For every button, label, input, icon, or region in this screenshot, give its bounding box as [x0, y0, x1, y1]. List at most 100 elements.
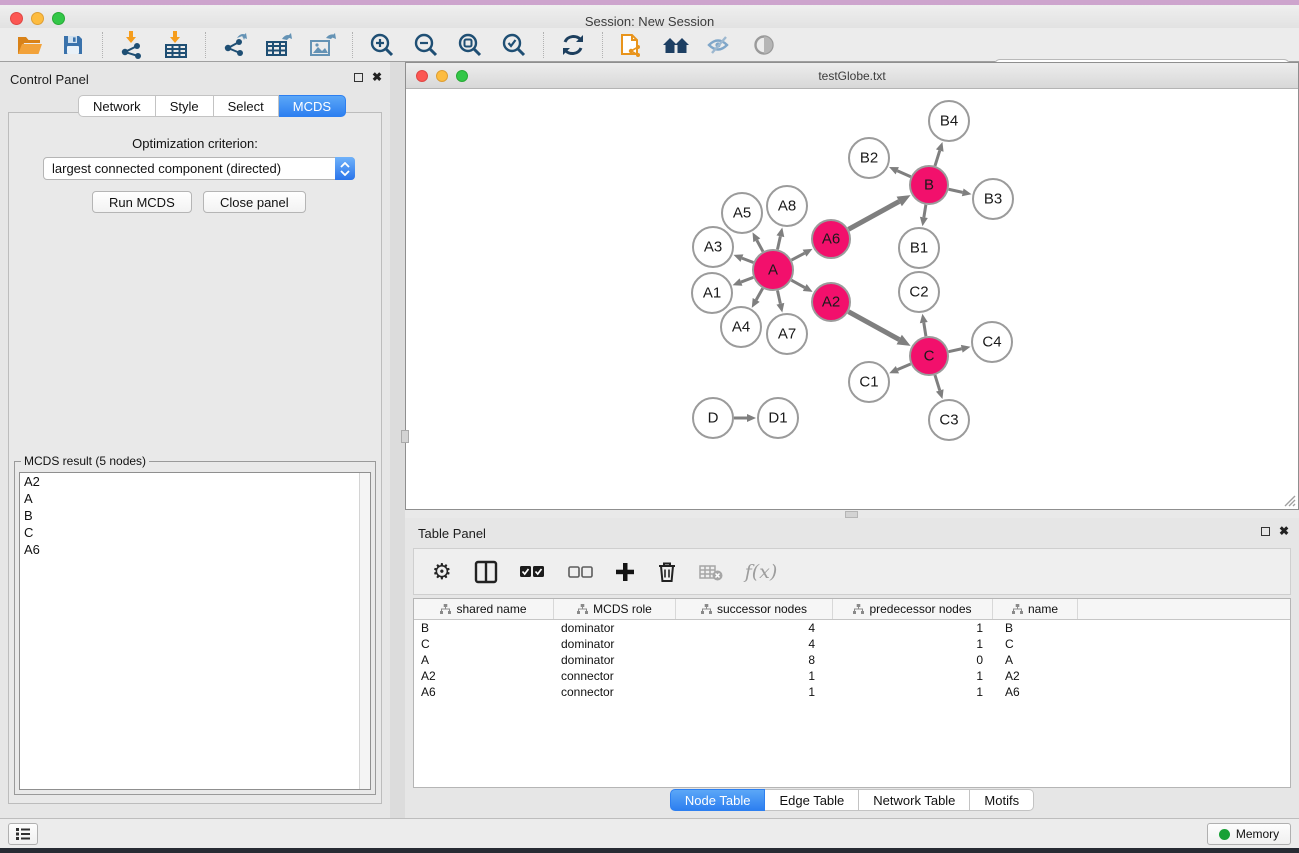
tab-network-table[interactable]: Network Table [859, 789, 970, 811]
resize-grip-icon[interactable] [1282, 493, 1296, 507]
home-networks-icon[interactable] [661, 30, 691, 60]
mcds-result-item[interactable]: B [20, 507, 370, 524]
export-table-icon[interactable] [264, 30, 294, 60]
chevron-up-down-icon [335, 157, 355, 180]
result-scrollbar[interactable] [359, 473, 370, 789]
function-builder-icon[interactable]: f(x) [745, 561, 778, 583]
edge-A-A8[interactable] [777, 236, 780, 249]
delete-table-icon[interactable] [699, 563, 723, 581]
edge-A-A3[interactable] [742, 258, 753, 262]
column-header-successor-nodes[interactable]: successor nodes [676, 599, 833, 619]
edge-C-C2[interactable] [924, 323, 926, 337]
edge-B-B3[interactable] [949, 189, 963, 192]
node-table-header: shared nameMCDS rolesuccessor nodesprede… [414, 599, 1290, 620]
edge-A-A6[interactable] [792, 253, 805, 260]
edge-C-C1[interactable] [897, 364, 910, 370]
close-panel-icon[interactable]: ✖ [372, 73, 382, 82]
float-panel-icon[interactable] [354, 73, 363, 82]
add-column-icon[interactable] [615, 562, 635, 582]
table-row[interactable]: A6connector11A6 [414, 684, 1290, 700]
hide-details-icon[interactable] [705, 30, 735, 60]
tab-select[interactable]: Select [214, 95, 279, 117]
column-header-MCDS-role[interactable]: MCDS role [554, 599, 676, 619]
close-panel-button[interactable]: Close panel [203, 191, 306, 213]
zoom-out-icon[interactable] [411, 30, 441, 60]
delete-column-icon[interactable] [657, 561, 677, 583]
edge-A-A7[interactable] [777, 291, 780, 304]
mcds-result-group: MCDS result (5 nodes) A2ABCA6 [14, 454, 376, 795]
table-cell: 4 [676, 637, 833, 651]
tab-edge-table[interactable]: Edge Table [765, 789, 859, 811]
graph-node-label: A8 [778, 198, 796, 215]
hierarchy-icon [853, 604, 864, 614]
tab-network[interactable]: Network [78, 95, 156, 117]
select-all-icon[interactable] [520, 565, 546, 578]
export-network-icon[interactable] [220, 30, 250, 60]
edge-A-A4[interactable] [756, 288, 763, 300]
network-canvas[interactable]: B4B2BB3A5A8A6A3B1AA1C2A2A4A7C4CC1DD1C3 [407, 89, 1297, 509]
table-cell: dominator [554, 653, 676, 667]
table-row[interactable]: A2connector11A2 [414, 668, 1290, 684]
zoom-fit-icon[interactable] [455, 30, 485, 60]
network-from-selection-icon[interactable] [617, 30, 647, 60]
column-layout-icon[interactable] [474, 560, 498, 584]
table-row[interactable]: Adominator80A [414, 652, 1290, 668]
edge-B-B1[interactable] [924, 205, 926, 218]
table-tabs: Node TableEdge TableNetwork TableMotifs [405, 789, 1299, 811]
horizontal-split-handle[interactable] [845, 511, 858, 518]
column-header-predecessor-nodes[interactable]: predecessor nodes [833, 599, 993, 619]
run-mcds-button[interactable]: Run MCDS [92, 191, 192, 213]
tab-node-table[interactable]: Node Table [670, 789, 766, 811]
apply-layout-icon[interactable] [558, 30, 588, 60]
edge-A-A5[interactable] [757, 240, 763, 251]
table-cell: A [993, 653, 1078, 667]
edge-B-B2[interactable] [897, 171, 910, 177]
graph-node-label: A2 [822, 294, 840, 311]
column-header-name[interactable]: name [993, 599, 1078, 619]
edge-A-A2[interactable] [791, 280, 804, 287]
mcds-result-item[interactable]: C [20, 524, 370, 541]
mcds-result-item[interactable]: A [20, 490, 370, 507]
node-table-body: Bdominator41BCdominator41CAdominator80AA… [414, 620, 1290, 700]
criterion-select[interactable]: largest connected component (directed) [43, 157, 355, 180]
memory-button[interactable]: Memory [1207, 823, 1291, 845]
edge-A-A1[interactable] [741, 277, 753, 282]
import-table-icon[interactable] [161, 30, 191, 60]
mcds-result-item[interactable]: A6 [20, 541, 370, 558]
zoom-in-icon[interactable] [367, 30, 397, 60]
table-options-gear-icon[interactable]: ⚙ [432, 561, 452, 583]
open-session-icon[interactable] [14, 30, 44, 60]
graph-node-label: C2 [909, 284, 928, 301]
mcds-result-list[interactable]: A2ABCA6 [19, 472, 371, 790]
table-row[interactable]: Bdominator41B [414, 620, 1290, 636]
mcds-result-item[interactable]: A2 [20, 473, 370, 490]
edge-A2-C[interactable] [849, 312, 900, 340]
tab-style[interactable]: Style [156, 95, 214, 117]
app-window: Session: New Session [0, 0, 1299, 853]
tab-mcds[interactable]: MCDS [279, 95, 346, 117]
tab-motifs[interactable]: Motifs [970, 789, 1034, 811]
zoom-selected-icon[interactable] [499, 30, 529, 60]
table-cell: 1 [833, 637, 993, 651]
show-details-icon[interactable] [749, 30, 779, 60]
edge-C-C4[interactable] [949, 349, 962, 352]
deselect-all-icon[interactable] [568, 566, 593, 578]
memory-status-icon [1219, 829, 1230, 840]
network-window-titlebar[interactable]: testGlobe.txt [406, 63, 1298, 89]
export-image-icon[interactable] [308, 30, 338, 60]
table-row[interactable]: Cdominator41C [414, 636, 1290, 652]
table-cell: 0 [833, 653, 993, 667]
vertical-split-handle[interactable] [401, 430, 409, 443]
task-history-button[interactable] [8, 823, 38, 845]
column-header-shared-name[interactable]: shared name [414, 599, 554, 619]
edge-A6-B[interactable] [849, 201, 900, 229]
close-table-panel-icon[interactable]: ✖ [1279, 527, 1289, 536]
table-cell: A [414, 653, 554, 667]
edge-B-B4[interactable] [935, 151, 940, 166]
save-session-icon[interactable] [58, 30, 88, 60]
import-network-icon[interactable] [117, 30, 147, 60]
app-title: Session: New Session [0, 14, 1299, 29]
graph-node-label: D [708, 410, 719, 427]
float-table-panel-icon[interactable] [1261, 527, 1270, 536]
edge-C-C3[interactable] [935, 375, 940, 390]
